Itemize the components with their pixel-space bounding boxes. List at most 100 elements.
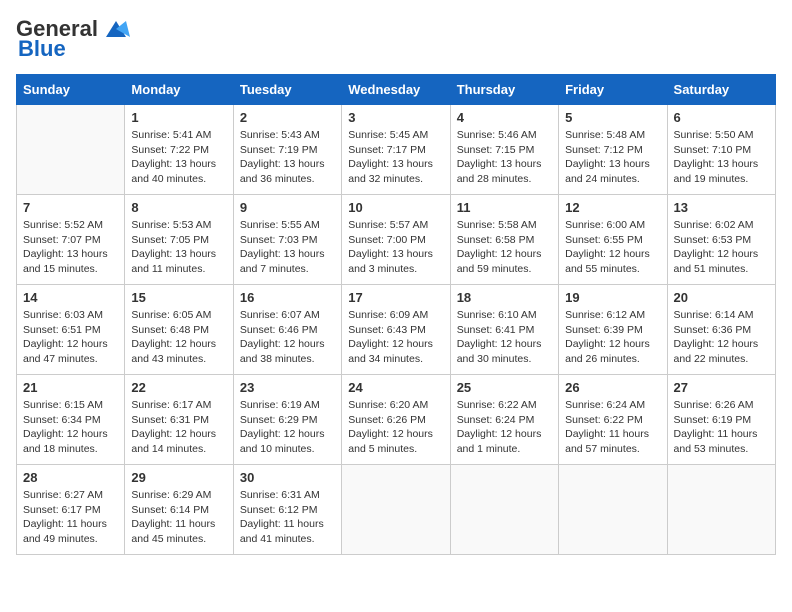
day-detail: Sunrise: 6:19 AM Sunset: 6:29 PM Dayligh…	[240, 398, 335, 457]
day-number: 18	[457, 290, 552, 305]
day-detail: Sunrise: 5:58 AM Sunset: 6:58 PM Dayligh…	[457, 218, 552, 277]
page-header: General Blue	[16, 16, 776, 62]
logo: General Blue	[16, 16, 130, 62]
day-detail: Sunrise: 6:12 AM Sunset: 6:39 PM Dayligh…	[565, 308, 660, 367]
day-number: 22	[131, 380, 226, 395]
day-number: 21	[23, 380, 118, 395]
day-detail: Sunrise: 5:45 AM Sunset: 7:17 PM Dayligh…	[348, 128, 443, 187]
calendar-cell: 24 Sunrise: 6:20 AM Sunset: 6:26 PM Dayli…	[342, 375, 450, 465]
calendar-header-row: SundayMondayTuesdayWednesdayThursdayFrid…	[17, 75, 776, 105]
calendar-table: SundayMondayTuesdayWednesdayThursdayFrid…	[16, 74, 776, 555]
day-detail: Sunrise: 6:17 AM Sunset: 6:31 PM Dayligh…	[131, 398, 226, 457]
calendar-cell: 15 Sunrise: 6:05 AM Sunset: 6:48 PM Dayli…	[125, 285, 233, 375]
day-number: 27	[674, 380, 769, 395]
day-number: 4	[457, 110, 552, 125]
day-detail: Sunrise: 6:02 AM Sunset: 6:53 PM Dayligh…	[674, 218, 769, 277]
week-row-3: 14 Sunrise: 6:03 AM Sunset: 6:51 PM Dayli…	[17, 285, 776, 375]
day-number: 28	[23, 470, 118, 485]
calendar-cell	[450, 465, 558, 555]
day-number: 6	[674, 110, 769, 125]
calendar-cell: 27 Sunrise: 6:26 AM Sunset: 6:19 PM Dayli…	[667, 375, 775, 465]
day-number: 17	[348, 290, 443, 305]
calendar-cell	[559, 465, 667, 555]
calendar-cell	[667, 465, 775, 555]
day-detail: Sunrise: 6:05 AM Sunset: 6:48 PM Dayligh…	[131, 308, 226, 367]
day-number: 25	[457, 380, 552, 395]
calendar-cell	[17, 105, 125, 195]
day-number: 7	[23, 200, 118, 215]
day-number: 16	[240, 290, 335, 305]
col-header-saturday: Saturday	[667, 75, 775, 105]
day-detail: Sunrise: 6:00 AM Sunset: 6:55 PM Dayligh…	[565, 218, 660, 277]
calendar-cell: 25 Sunrise: 6:22 AM Sunset: 6:24 PM Dayli…	[450, 375, 558, 465]
calendar-cell: 12 Sunrise: 6:00 AM Sunset: 6:55 PM Dayli…	[559, 195, 667, 285]
day-number: 30	[240, 470, 335, 485]
day-number: 14	[23, 290, 118, 305]
day-number: 19	[565, 290, 660, 305]
calendar-cell: 18 Sunrise: 6:10 AM Sunset: 6:41 PM Dayli…	[450, 285, 558, 375]
day-number: 12	[565, 200, 660, 215]
logo-blue: Blue	[18, 36, 66, 62]
day-number: 13	[674, 200, 769, 215]
col-header-sunday: Sunday	[17, 75, 125, 105]
day-number: 1	[131, 110, 226, 125]
day-number: 11	[457, 200, 552, 215]
calendar-cell: 19 Sunrise: 6:12 AM Sunset: 6:39 PM Dayli…	[559, 285, 667, 375]
day-detail: Sunrise: 6:29 AM Sunset: 6:14 PM Dayligh…	[131, 488, 226, 547]
day-detail: Sunrise: 6:20 AM Sunset: 6:26 PM Dayligh…	[348, 398, 443, 457]
day-number: 3	[348, 110, 443, 125]
calendar-cell: 8Sunrise: 5:53 AM Sunset: 7:05 PM Daylig…	[125, 195, 233, 285]
day-number: 20	[674, 290, 769, 305]
calendar-cell: 23Sunrise: 6:19 AM Sunset: 6:29 PM Dayli…	[233, 375, 341, 465]
day-detail: Sunrise: 5:48 AM Sunset: 7:12 PM Dayligh…	[565, 128, 660, 187]
col-header-tuesday: Tuesday	[233, 75, 341, 105]
calendar-cell: 3 Sunrise: 5:45 AM Sunset: 7:17 PM Daylig…	[342, 105, 450, 195]
day-detail: Sunrise: 6:26 AM Sunset: 6:19 PM Dayligh…	[674, 398, 769, 457]
calendar-cell: 4 Sunrise: 5:46 AM Sunset: 7:15 PM Daylig…	[450, 105, 558, 195]
day-detail: Sunrise: 5:53 AM Sunset: 7:05 PM Dayligh…	[131, 218, 226, 277]
calendar-cell: 17 Sunrise: 6:09 AM Sunset: 6:43 PM Dayli…	[342, 285, 450, 375]
day-detail: Sunrise: 5:55 AM Sunset: 7:03 PM Dayligh…	[240, 218, 335, 277]
day-number: 5	[565, 110, 660, 125]
day-detail: Sunrise: 6:10 AM Sunset: 6:41 PM Dayligh…	[457, 308, 552, 367]
day-detail: Sunrise: 5:46 AM Sunset: 7:15 PM Dayligh…	[457, 128, 552, 187]
day-detail: Sunrise: 6:09 AM Sunset: 6:43 PM Dayligh…	[348, 308, 443, 367]
week-row-4: 21 Sunrise: 6:15 AM Sunset: 6:34 PM Dayli…	[17, 375, 776, 465]
col-header-friday: Friday	[559, 75, 667, 105]
day-detail: Sunrise: 6:27 AM Sunset: 6:17 PM Dayligh…	[23, 488, 118, 547]
calendar-cell: 30 Sunrise: 6:31 AM Sunset: 6:12 PM Dayli…	[233, 465, 341, 555]
calendar-cell: 26Sunrise: 6:24 AM Sunset: 6:22 PM Dayli…	[559, 375, 667, 465]
day-detail: Sunrise: 6:03 AM Sunset: 6:51 PM Dayligh…	[23, 308, 118, 367]
calendar-cell: 29Sunrise: 6:29 AM Sunset: 6:14 PM Dayli…	[125, 465, 233, 555]
calendar-cell: 20 Sunrise: 6:14 AM Sunset: 6:36 PM Dayli…	[667, 285, 775, 375]
calendar-cell: 7Sunrise: 5:52 AM Sunset: 7:07 PM Daylig…	[17, 195, 125, 285]
calendar-cell: 21 Sunrise: 6:15 AM Sunset: 6:34 PM Dayli…	[17, 375, 125, 465]
day-detail: Sunrise: 6:22 AM Sunset: 6:24 PM Dayligh…	[457, 398, 552, 457]
day-detail: Sunrise: 6:14 AM Sunset: 6:36 PM Dayligh…	[674, 308, 769, 367]
day-number: 2	[240, 110, 335, 125]
day-number: 10	[348, 200, 443, 215]
day-number: 26	[565, 380, 660, 395]
calendar-cell: 14 Sunrise: 6:03 AM Sunset: 6:51 PM Dayli…	[17, 285, 125, 375]
calendar-cell: 10 Sunrise: 5:57 AM Sunset: 7:00 PM Dayli…	[342, 195, 450, 285]
day-detail: Sunrise: 5:57 AM Sunset: 7:00 PM Dayligh…	[348, 218, 443, 277]
day-number: 24	[348, 380, 443, 395]
col-header-monday: Monday	[125, 75, 233, 105]
day-detail: Sunrise: 5:50 AM Sunset: 7:10 PM Dayligh…	[674, 128, 769, 187]
week-row-1: 1 Sunrise: 5:41 AM Sunset: 7:22 PM Daylig…	[17, 105, 776, 195]
col-header-thursday: Thursday	[450, 75, 558, 105]
day-detail: Sunrise: 6:07 AM Sunset: 6:46 PM Dayligh…	[240, 308, 335, 367]
day-detail: Sunrise: 5:41 AM Sunset: 7:22 PM Dayligh…	[131, 128, 226, 187]
col-header-wednesday: Wednesday	[342, 75, 450, 105]
day-detail: Sunrise: 6:15 AM Sunset: 6:34 PM Dayligh…	[23, 398, 118, 457]
calendar-cell	[342, 465, 450, 555]
calendar-cell: 1 Sunrise: 5:41 AM Sunset: 7:22 PM Daylig…	[125, 105, 233, 195]
week-row-5: 28 Sunrise: 6:27 AM Sunset: 6:17 PM Dayli…	[17, 465, 776, 555]
day-detail: Sunrise: 6:31 AM Sunset: 6:12 PM Dayligh…	[240, 488, 335, 547]
day-number: 15	[131, 290, 226, 305]
logo-icon	[102, 19, 130, 39]
calendar-cell: 22 Sunrise: 6:17 AM Sunset: 6:31 PM Dayli…	[125, 375, 233, 465]
calendar-cell: 6 Sunrise: 5:50 AM Sunset: 7:10 PM Daylig…	[667, 105, 775, 195]
calendar-cell: 16 Sunrise: 6:07 AM Sunset: 6:46 PM Dayli…	[233, 285, 341, 375]
calendar-cell: 13 Sunrise: 6:02 AM Sunset: 6:53 PM Dayli…	[667, 195, 775, 285]
